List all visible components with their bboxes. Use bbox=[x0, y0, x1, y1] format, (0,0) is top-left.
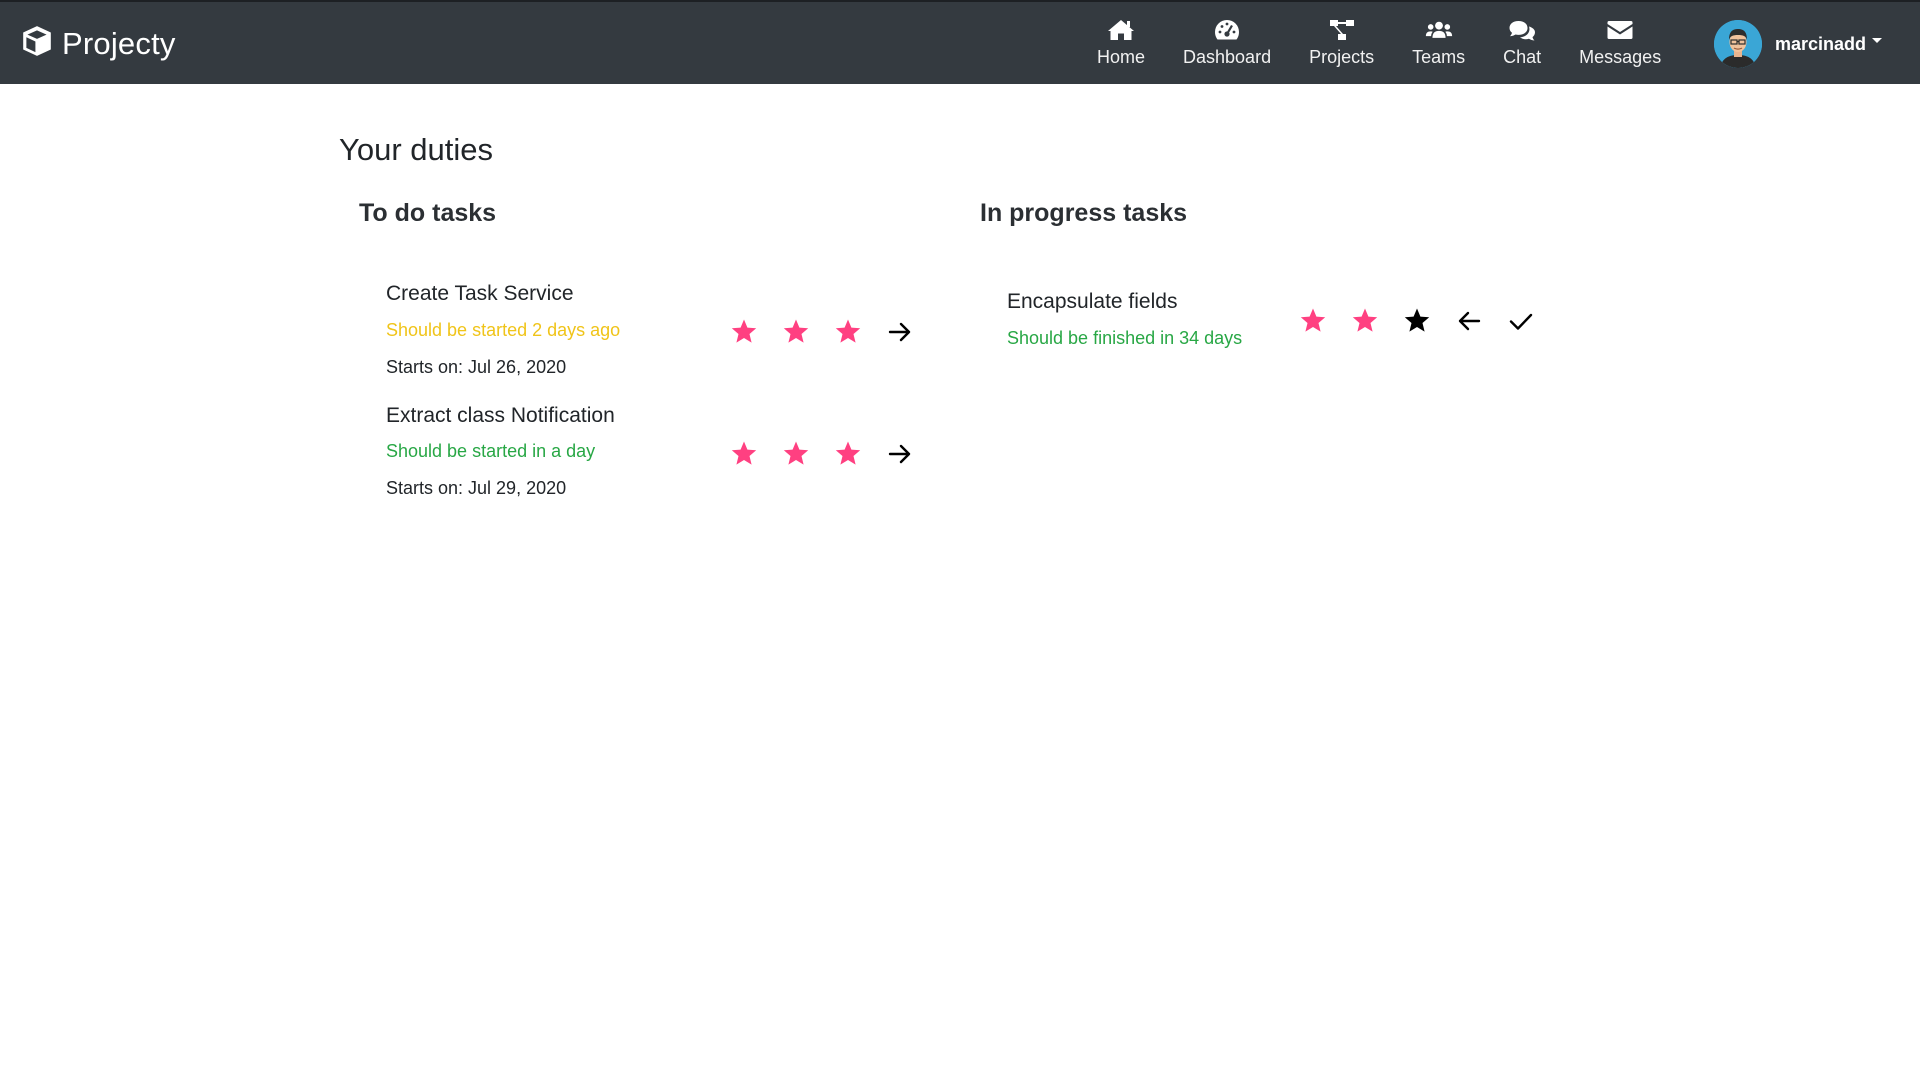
nav-label: Home bbox=[1097, 47, 1146, 67]
task-actions bbox=[728, 316, 916, 348]
username: marcinadd bbox=[1775, 33, 1867, 54]
avatar bbox=[1714, 20, 1762, 68]
brand-name: Projecty bbox=[62, 25, 176, 61]
priority-star-icon[interactable] bbox=[780, 438, 812, 470]
in-progress-column-title: In progress tasks bbox=[980, 199, 1188, 227]
todo-task-card: Create Task Service Should be started 2 … bbox=[386, 282, 926, 382]
nav-item-projects[interactable]: Projects bbox=[1290, 2, 1393, 84]
nav-item-chat[interactable]: Chat bbox=[1484, 2, 1560, 84]
task-name: Extract class Notification bbox=[386, 404, 615, 427]
task-name: Create Task Service bbox=[386, 282, 574, 305]
task-start-date: Starts on: Jul 29, 2020 bbox=[386, 478, 567, 498]
check-icon[interactable] bbox=[1505, 305, 1537, 337]
task-status: Should be finished in 34 days bbox=[1007, 328, 1243, 348]
todo-column-title: To do tasks bbox=[359, 199, 497, 227]
dashboard-gauge-icon bbox=[1215, 20, 1240, 40]
task-name: Encapsulate fields bbox=[1007, 290, 1178, 313]
cube-icon bbox=[20, 24, 54, 63]
task-status: Should be started 2 days ago bbox=[386, 320, 621, 340]
arrow-right-icon[interactable] bbox=[884, 316, 916, 348]
nav-label: Projects bbox=[1309, 47, 1375, 67]
arrow-left-icon[interactable] bbox=[1453, 305, 1485, 337]
project-diagram-icon bbox=[1329, 20, 1354, 40]
nav-label: Chat bbox=[1503, 47, 1542, 67]
users-icon bbox=[1425, 21, 1452, 38]
priority-star-icon[interactable] bbox=[832, 438, 864, 470]
priority-star-icon[interactable] bbox=[780, 316, 812, 348]
priority-star-icon[interactable] bbox=[728, 438, 760, 470]
priority-star-icon[interactable] bbox=[1297, 305, 1329, 337]
nav-item-teams[interactable]: Teams bbox=[1393, 2, 1484, 84]
nav-item-home[interactable]: Home bbox=[1078, 2, 1164, 84]
task-actions bbox=[728, 438, 916, 470]
envelope-icon bbox=[1607, 21, 1633, 39]
nav-label: Dashboard bbox=[1183, 47, 1272, 67]
top-navbar: Projecty Home Dashboard Projects Teams C… bbox=[0, 0, 1920, 84]
nav-item-dashboard[interactable]: Dashboard bbox=[1164, 2, 1290, 84]
brand-link[interactable]: Projecty bbox=[20, 24, 176, 63]
priority-star-icon[interactable] bbox=[832, 316, 864, 348]
user-menu-toggle[interactable]: marcinadd bbox=[1714, 20, 1883, 68]
priority-star-icon[interactable] bbox=[1349, 305, 1381, 337]
nav-label: Teams bbox=[1412, 47, 1466, 67]
nav-item-messages[interactable]: Messages bbox=[1560, 2, 1680, 84]
nav-label: Messages bbox=[1579, 47, 1662, 67]
page-title: Your duties bbox=[339, 132, 493, 167]
task-actions bbox=[1297, 305, 1537, 337]
todo-task-card: Extract class Notification Should be sta… bbox=[386, 404, 926, 504]
chevron-down-icon bbox=[1872, 37, 1883, 43]
arrow-right-icon[interactable] bbox=[884, 438, 916, 470]
comments-icon bbox=[1509, 21, 1536, 41]
priority-star-icon[interactable] bbox=[1401, 305, 1433, 337]
task-status: Should be started in a day bbox=[386, 441, 596, 461]
priority-star-icon[interactable] bbox=[728, 316, 760, 348]
nav-menu: Home Dashboard Projects Teams Chat Messa… bbox=[1078, 2, 1680, 84]
home-icon bbox=[1108, 20, 1134, 40]
in-progress-task-card: Encapsulate fields Should be finished in… bbox=[1007, 290, 1607, 360]
task-start-date: Starts on: Jul 26, 2020 bbox=[386, 357, 567, 377]
